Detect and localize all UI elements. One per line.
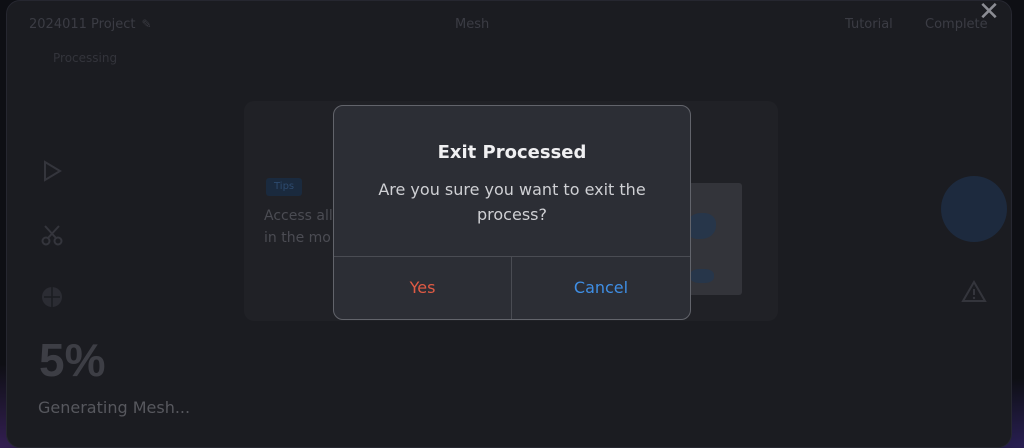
top-bar: 2024011 Project ✎ Mesh Tutorial Complete bbox=[7, 1, 1011, 55]
yes-button[interactable]: Yes bbox=[334, 257, 511, 319]
tab-mesh[interactable]: Mesh bbox=[455, 17, 489, 32]
assistant-fab[interactable] bbox=[941, 176, 1007, 242]
project-name-label: 2024011 Project bbox=[29, 17, 136, 32]
tip-text: Access all in the mo bbox=[264, 205, 344, 249]
dialog-title: Exit Processed bbox=[437, 142, 587, 163]
illustration-shape bbox=[690, 269, 714, 283]
play-icon[interactable] bbox=[39, 158, 65, 184]
scissors-icon[interactable] bbox=[39, 222, 65, 248]
warning-icon[interactable] bbox=[961, 279, 987, 305]
cancel-button[interactable]: Cancel bbox=[512, 257, 690, 319]
tutorial-link[interactable]: Tutorial bbox=[845, 17, 893, 32]
close-icon[interactable]: ✕ bbox=[976, 0, 1002, 27]
edit-icon[interactable]: ✎ bbox=[142, 17, 152, 31]
dialog-message: Are you sure you want to exit the proces… bbox=[378, 180, 646, 224]
tip-text-line-2: in the mo bbox=[264, 230, 331, 246]
exit-dialog: Exit Processed Are you sure you want to … bbox=[333, 105, 691, 320]
globe-icon[interactable] bbox=[39, 284, 65, 310]
project-name[interactable]: 2024011 Project ✎ bbox=[29, 17, 152, 32]
progress-status-label: Generating Mesh... bbox=[38, 398, 191, 417]
tip-text-line-1: Access all bbox=[264, 208, 333, 224]
status-sub-label: Processing bbox=[53, 51, 118, 65]
progress-percentage: 5% bbox=[39, 334, 106, 386]
tip-badge: Tips bbox=[266, 178, 303, 196]
